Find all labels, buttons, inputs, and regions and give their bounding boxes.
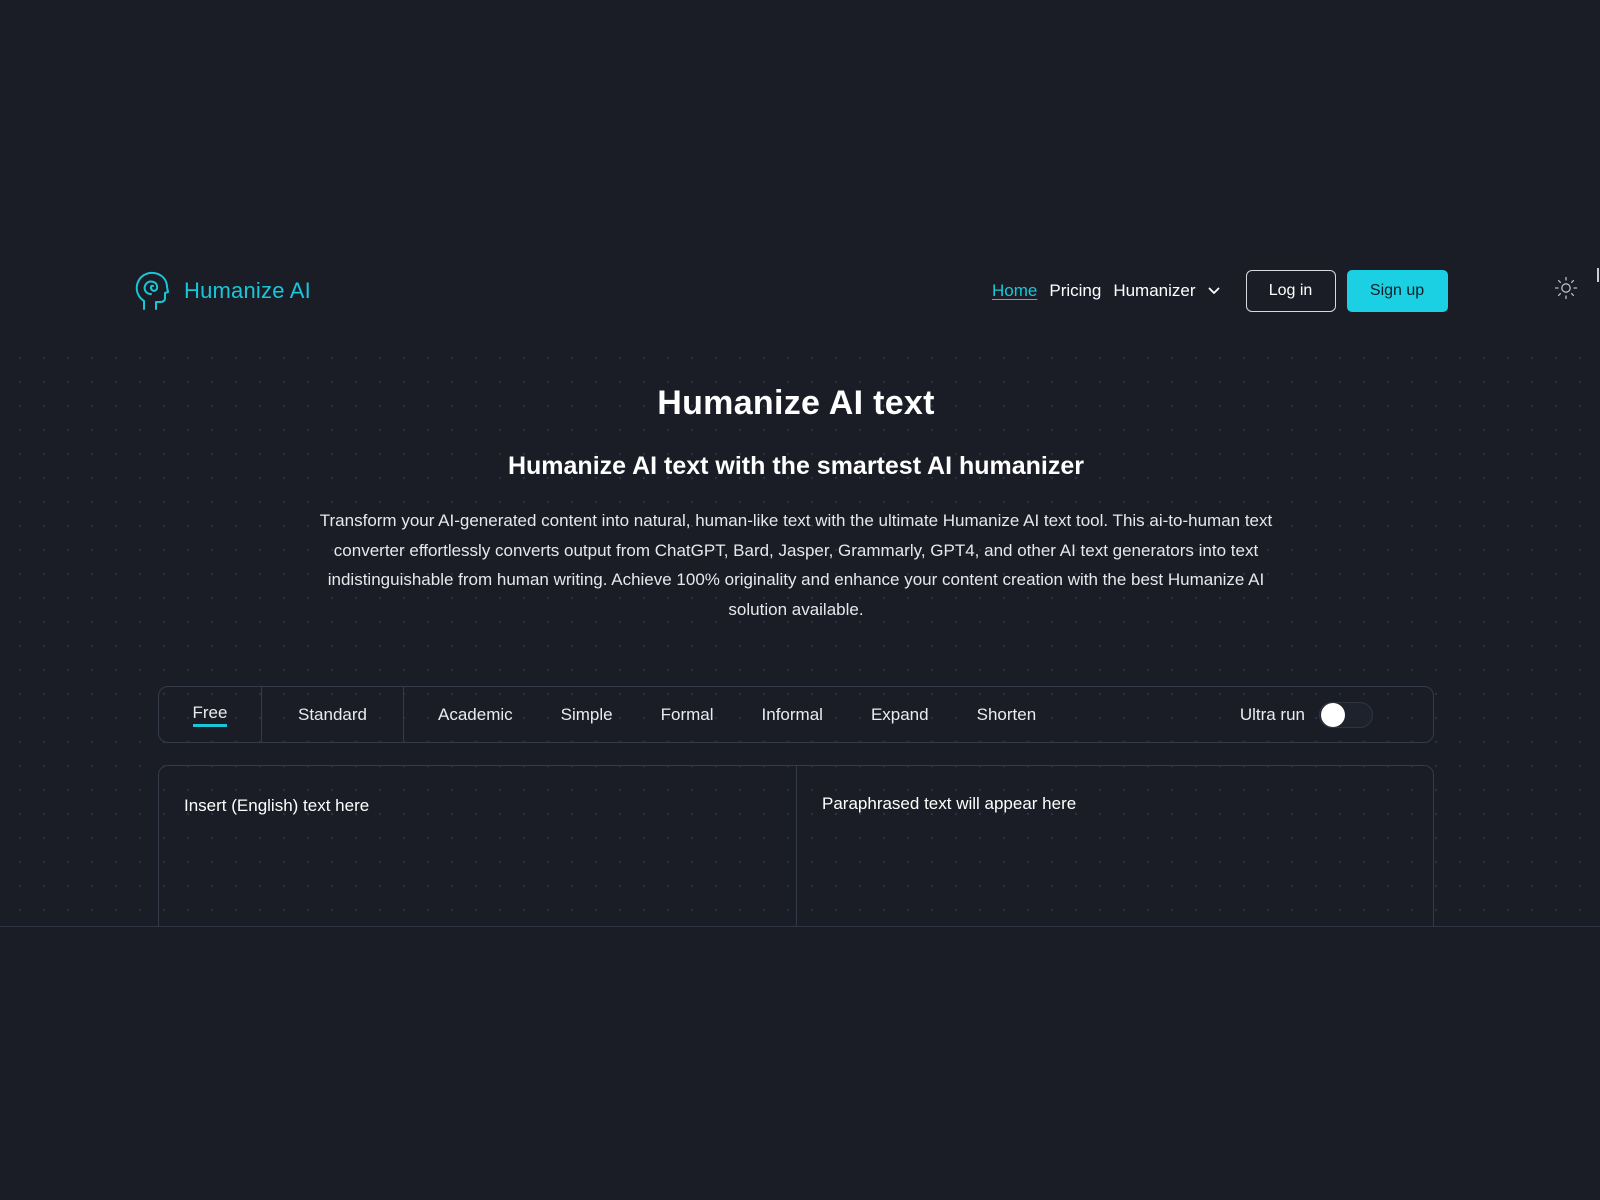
brand-name: Humanize AI: [184, 278, 311, 303]
input-textarea[interactable]: [159, 766, 796, 926]
ultra-run-label: Ultra run: [1239, 704, 1305, 724]
nav-home-link[interactable]: Home: [992, 281, 1037, 301]
tab-label: Standard: [298, 704, 367, 724]
main-nav: Home Pricing Humanizer Log in Sign up: [992, 268, 1448, 314]
tab-label: Free: [192, 703, 228, 727]
nav-humanizer-dropdown[interactable]: Humanizer: [1113, 281, 1221, 301]
toggle-knob: [1321, 702, 1345, 727]
signup-button[interactable]: Sign up: [1346, 270, 1448, 312]
tab-free[interactable]: Free: [159, 687, 262, 742]
viewport-divider: [0, 926, 1600, 927]
page-description: Transform your AI-generated content into…: [319, 511, 1273, 619]
brand-logo-link[interactable]: Humanize AI: [134, 270, 311, 312]
tab-simple[interactable]: Simple: [513, 687, 613, 742]
page-subtitle: Humanize AI text with the smartest AI hu…: [507, 452, 1085, 480]
chevron-down-icon: [1206, 283, 1222, 299]
nav-humanizer-label: Humanizer: [1113, 281, 1196, 300]
tab-academic[interactable]: Academic: [404, 687, 513, 742]
output-panel: Paraphrased text will appear here: [797, 766, 1433, 926]
sun-icon: [1554, 276, 1578, 300]
ultra-run-toggle[interactable]: [1319, 701, 1373, 728]
tab-informal[interactable]: Informal: [714, 687, 823, 742]
scrollbar-edge: [1597, 268, 1599, 282]
login-button[interactable]: Log in: [1245, 270, 1336, 312]
tab-formal[interactable]: Formal: [613, 687, 714, 742]
nav-pricing-link[interactable]: Pricing: [1049, 281, 1101, 301]
head-spiral-icon: [134, 270, 170, 312]
tab-standard[interactable]: Standard: [262, 687, 404, 742]
mode-selector-bar: Free Standard Academic Simple Formal Inf…: [158, 686, 1434, 743]
input-panel: [159, 766, 797, 926]
theme-toggle-button[interactable]: [1554, 276, 1578, 300]
page-title: Humanize AI text: [657, 384, 935, 422]
tab-shorten[interactable]: Shorten: [929, 687, 1037, 742]
tab-expand[interactable]: Expand: [823, 687, 929, 742]
ultra-run-control: Ultra run: [1239, 701, 1373, 728]
editor-panels: Paraphrased text will appear here: [158, 765, 1434, 926]
output-placeholder: Paraphrased text will appear here: [822, 794, 1077, 813]
